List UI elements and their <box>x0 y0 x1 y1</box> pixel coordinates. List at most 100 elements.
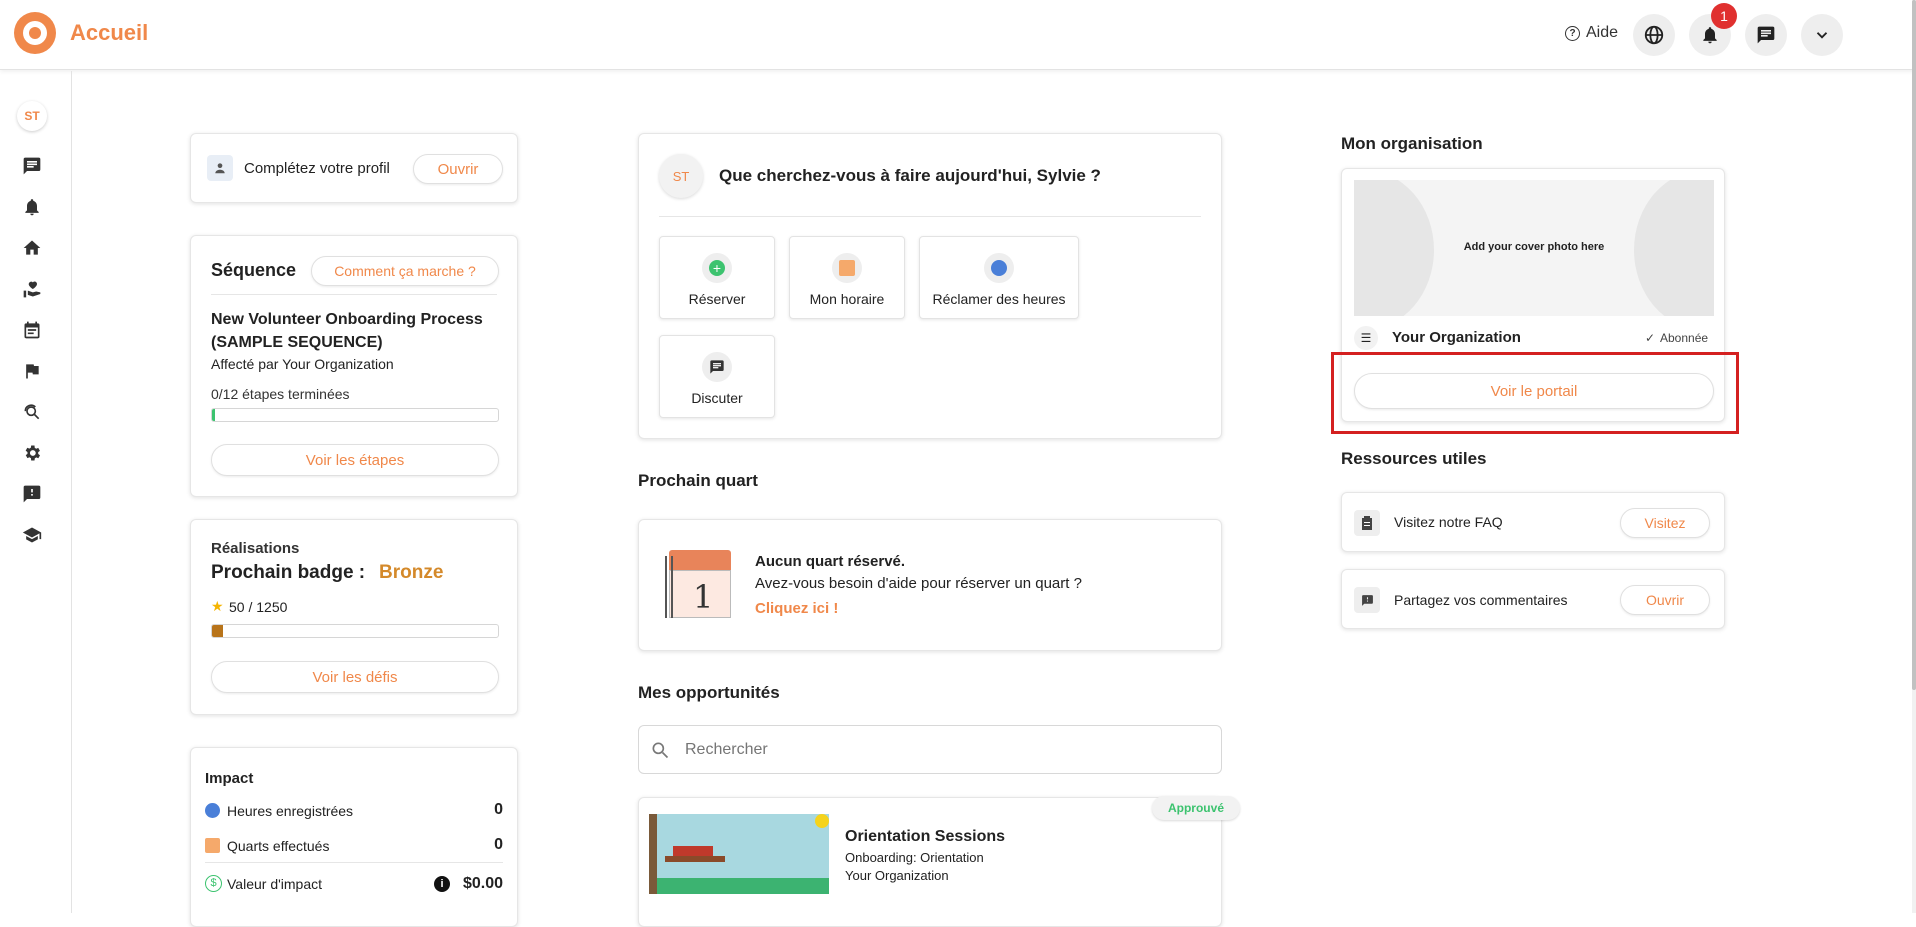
calendar-grid-icon <box>205 838 220 853</box>
organization-title: Mon organisation <box>1341 134 1483 153</box>
top-bar: Accueil ? Aide 1 <box>0 0 1916 70</box>
subscribed-label: Abonnée <box>1660 331 1709 345</box>
claim-hours-action-tile[interactable]: Réclamer des heures <box>919 236 1079 319</box>
sequence-name-line2: (SAMPLE SEQUENCE) <box>211 334 383 351</box>
view-challenges-button[interactable]: Voir les défis <box>211 661 499 693</box>
help-label: Aide <box>1586 24 1619 41</box>
book-action-tile[interactable]: + Réserver <box>659 236 775 319</box>
points-text: 50 / 1250 <box>229 599 288 615</box>
picnic-illustration <box>649 814 829 894</box>
cover-photo-placeholder[interactable]: Add your cover photo here <box>1354 180 1714 316</box>
divider <box>205 862 503 863</box>
badge-name: Bronze <box>379 562 444 583</box>
quick-actions-card: ST Que cherchez-vous à faire aujourd'hui… <box>638 133 1222 439</box>
scrollbar-thumb[interactable] <box>1912 0 1916 690</box>
globe-icon <box>1644 25 1664 45</box>
search-refresh-icon <box>24 404 40 420</box>
sidebar-item-goals[interactable] <box>20 359 44 383</box>
dollar-icon: $ <box>205 875 222 892</box>
opportunities-title: Mes opportunités <box>638 683 780 702</box>
greeting-question: Que cherchez-vous à faire aujourd'hui, S… <box>719 166 1101 185</box>
sequence-assigned: Affecté par Your Organization <box>211 356 394 372</box>
scrollbar[interactable] <box>1912 0 1916 913</box>
impact-row-label: Valeur d'impact <box>227 876 323 892</box>
cover-photo-text: Add your cover photo here <box>1463 241 1605 253</box>
star-icon: ★ <box>211 598 224 614</box>
sequence-progress-bar <box>211 408 499 422</box>
bell-icon <box>25 199 39 216</box>
chat-icon <box>1757 26 1775 44</box>
sequence-progress-fill <box>212 409 215 421</box>
impact-row-value: $0.00 <box>462 875 503 892</box>
no-shift-subtext: Avez-vous besoin d'aide pour réserver un… <box>755 575 1082 592</box>
resource-label: Partagez vos commentaires <box>1394 592 1568 608</box>
chat-icon <box>702 352 732 382</box>
avatar[interactable]: ST <box>17 101 47 131</box>
open-feedback-button[interactable]: Ouvrir <box>1620 585 1710 615</box>
profile-card: Complétez votre profil Ouvrir <box>190 133 518 203</box>
volunteer-hand-icon <box>23 281 41 298</box>
calendar-illustration-icon: 1 <box>665 550 735 620</box>
opportunity-card[interactable]: Orientation Sessions Onboarding: Orienta… <box>638 797 1222 927</box>
feedback-icon <box>1354 587 1380 613</box>
sidebar-item-volunteer[interactable] <box>20 277 44 301</box>
sidebar-item-calendar[interactable] <box>20 318 44 342</box>
flag-icon <box>26 364 39 379</box>
chat-icon <box>23 157 41 175</box>
achievements-title: Réalisations <box>211 540 300 557</box>
messages-button[interactable] <box>1745 14 1787 56</box>
open-profile-button[interactable]: Ouvrir <box>413 154 503 184</box>
organization-name: Your Organization <box>1392 329 1521 346</box>
check-circle-icon: ✓ <box>1645 331 1656 345</box>
next-badge-label: Prochain badge : <box>211 562 366 583</box>
how-it-works-button[interactable]: Comment ça marche ? <box>311 256 499 286</box>
sidebar-item-search[interactable] <box>20 400 44 424</box>
sidebar-item-settings[interactable] <box>20 441 44 465</box>
calendar-grid-icon <box>832 253 862 283</box>
search-input[interactable] <box>685 738 1185 762</box>
resource-label: Visitez notre FAQ <box>1394 514 1503 530</box>
action-label: Discuter <box>691 390 743 406</box>
sequence-card: Séquence Comment ça marche ? New Volunte… <box>190 235 518 497</box>
bell-icon <box>1703 27 1717 44</box>
sidebar-item-notifications[interactable] <box>20 195 44 219</box>
badge-progress-fill <box>212 625 224 637</box>
action-label: Mon horaire <box>809 291 885 307</box>
impact-row-label: Quarts effectués <box>227 838 330 854</box>
achievements-card: Réalisations Prochain badge : Bronze ★ 5… <box>190 519 518 715</box>
badge-progress-bar <box>211 624 499 638</box>
sidebar-item-training[interactable] <box>20 523 44 547</box>
graduation-cap-icon <box>22 527 42 543</box>
opportunity-subtitle: Onboarding: Orientation <box>845 850 984 865</box>
sidebar: ST <box>0 71 72 913</box>
target-logo-icon[interactable] <box>14 12 56 54</box>
sequence-title: Séquence <box>211 260 297 280</box>
sidebar-item-chat[interactable] <box>20 154 44 178</box>
impact-title: Impact <box>205 770 254 787</box>
next-shift-title: Prochain quart <box>638 471 758 490</box>
impact-row-value: 0 <box>494 801 503 818</box>
account-menu-button[interactable] <box>1801 14 1843 56</box>
opportunity-search[interactable] <box>638 725 1222 774</box>
click-here-link[interactable]: Cliquez ici ! <box>755 600 838 617</box>
action-label: Réserver <box>688 291 746 307</box>
clock-icon <box>205 803 220 818</box>
menu-icon[interactable]: ☰ <box>1354 326 1378 350</box>
stopwatch-icon <box>984 253 1014 283</box>
resources-title: Ressources utiles <box>1341 449 1487 468</box>
page-title: Accueil <box>70 20 149 45</box>
divider <box>659 216 1201 217</box>
view-steps-button[interactable]: Voir les étapes <box>211 444 499 476</box>
search-icon <box>652 742 669 759</box>
schedule-action-tile[interactable]: Mon horaire <box>789 236 905 319</box>
question-icon: ? <box>1565 25 1580 41</box>
chat-action-tile[interactable]: Discuter <box>659 335 775 418</box>
action-label: Réclamer des heures <box>932 291 1066 307</box>
help-link[interactable]: ? Aide <box>1565 24 1618 42</box>
info-icon[interactable]: i <box>434 876 450 892</box>
visit-faq-button[interactable]: Visitez <box>1620 508 1710 538</box>
divider <box>211 294 497 295</box>
sidebar-item-feedback[interactable] <box>20 482 44 506</box>
language-button[interactable] <box>1633 14 1675 56</box>
sidebar-item-home[interactable] <box>20 236 44 260</box>
